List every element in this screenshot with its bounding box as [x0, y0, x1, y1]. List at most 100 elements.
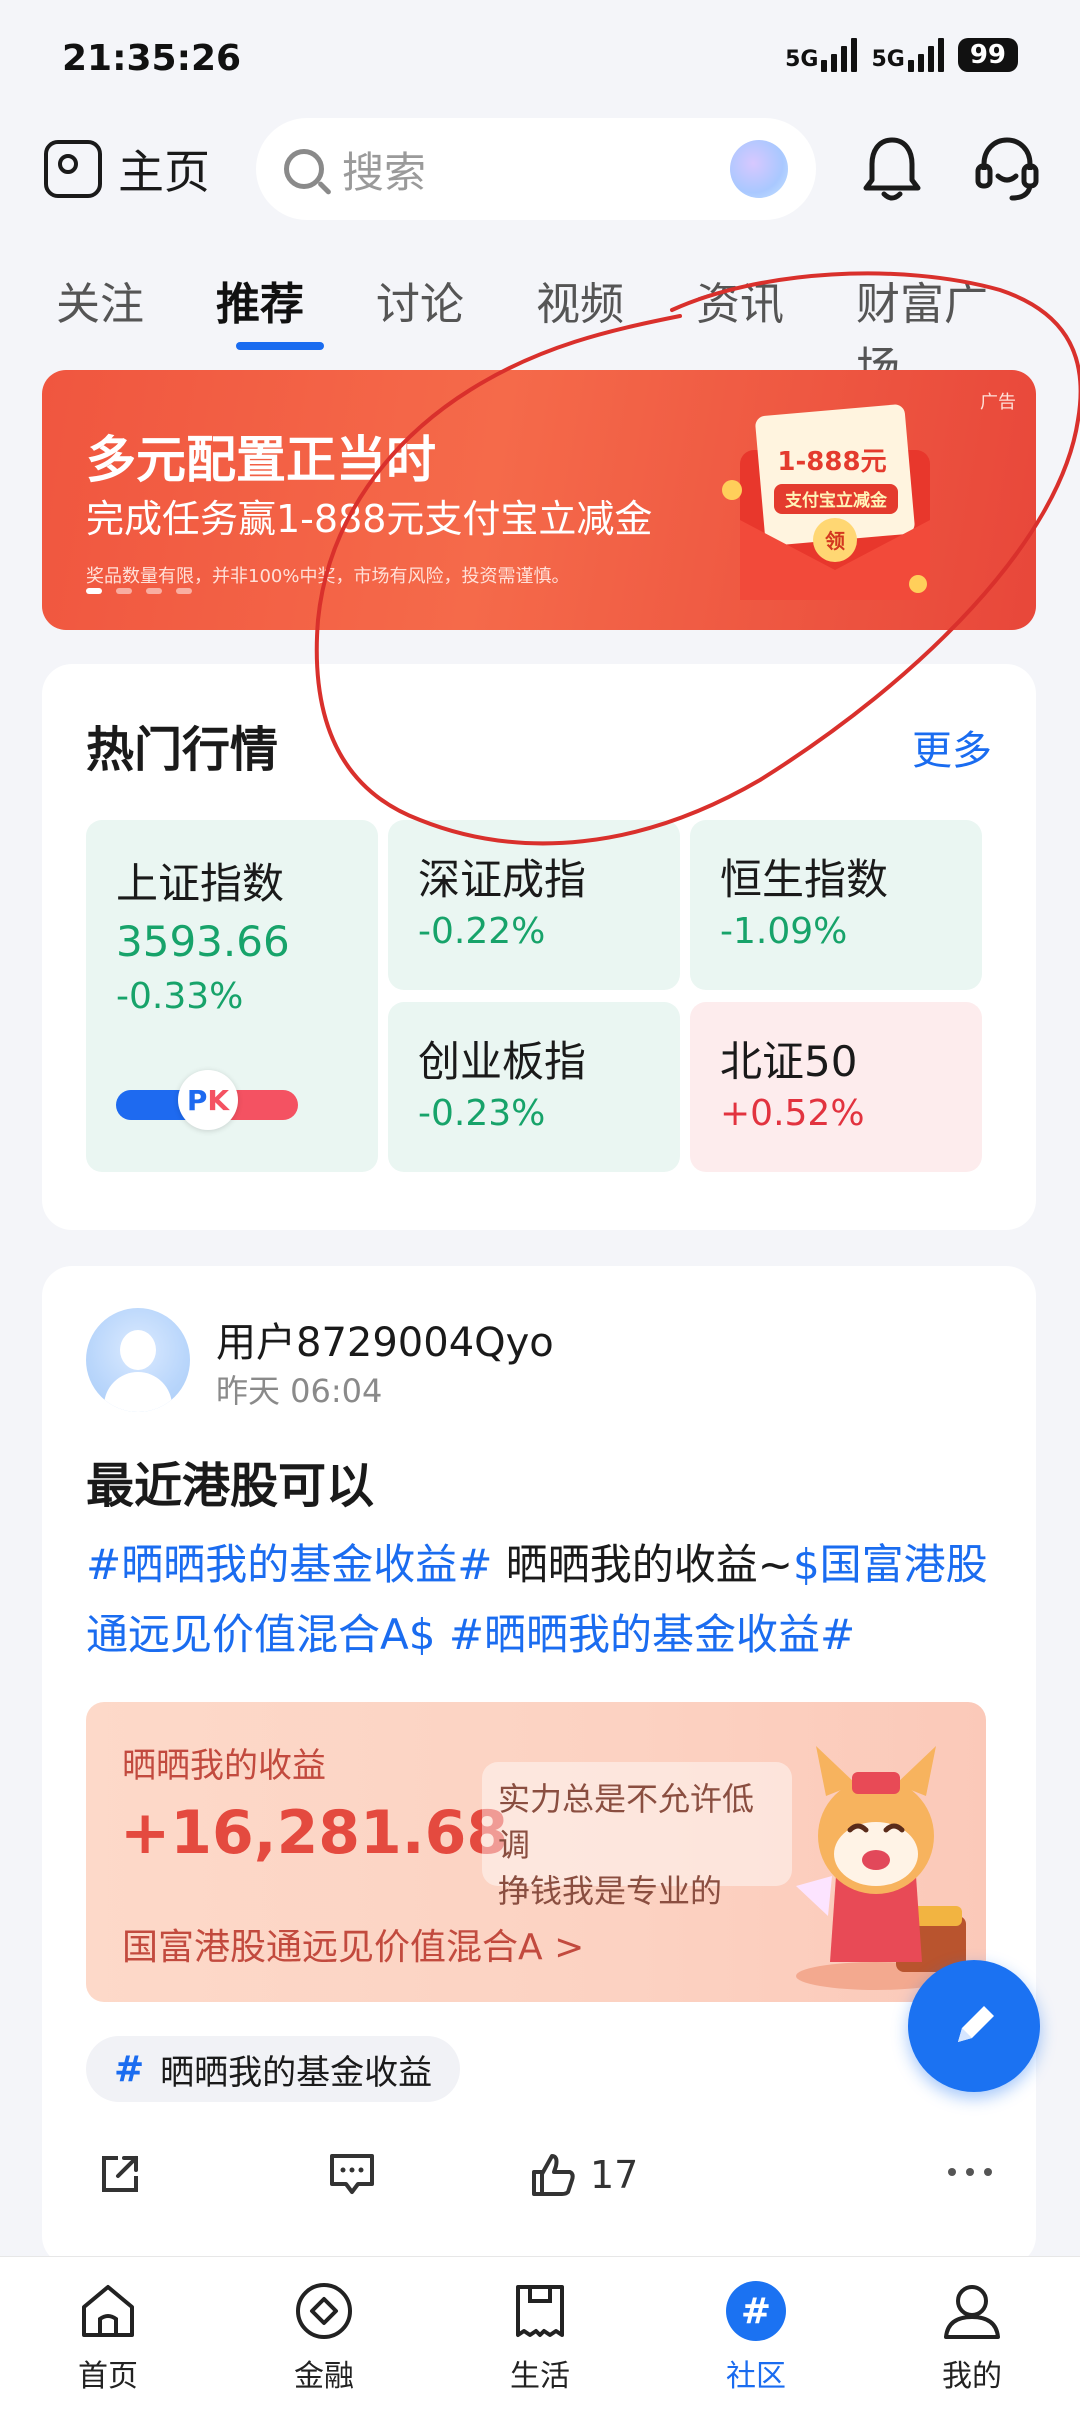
tab-wealth-square[interactable]: 财富广场: [856, 268, 1016, 394]
banner-disclaimer: 奖品数量有限，并非100%中奖，市场有风险，投资需谨慎。: [86, 566, 570, 587]
post-card[interactable]: 用户8729004Qyo 昨天 06:04 最近港股可以 #晒晒我的基金收益# …: [42, 1266, 1036, 2266]
pk-right-letter: K: [207, 1083, 230, 1117]
ticket-icon: [516, 2285, 564, 2337]
nav-label: 首页: [78, 2359, 138, 2394]
index-tile-shanghai[interactable]: 上证指数 3593.66 -0.33% PK: [86, 820, 378, 1172]
nav-label: 生活: [510, 2359, 570, 2394]
fund-name-link[interactable]: 国富港股通远见价值混合A >: [122, 1918, 584, 1970]
topic-link[interactable]: #晒晒我的基金收益#: [86, 1540, 492, 1589]
battery-indicator: 99: [957, 38, 1018, 72]
index-name: 恒生指数: [720, 855, 889, 904]
nav-life[interactable]: 生活: [432, 2257, 648, 2413]
index-tile-hangseng[interactable]: 恒生指数 -1.09%: [690, 820, 982, 990]
index-tile-shenzhen[interactable]: 深证成指 -0.22%: [388, 820, 680, 990]
banner-title: 多元配置正当时: [86, 431, 436, 489]
finance-icon: [296, 2283, 352, 2339]
status-icons: 5G 5G 99: [785, 38, 1018, 72]
index-name: 上证指数: [116, 859, 285, 908]
post-time: 昨天 06:04: [216, 1372, 383, 1410]
topic-tag[interactable]: # 晒晒我的基金收益: [86, 2036, 461, 2102]
pk-widget[interactable]: PK: [116, 1070, 298, 1130]
nav-label: 我的: [942, 2359, 1002, 2394]
promo-banner[interactable]: 多元配置正当时 完成任务赢1-888元支付宝立减金 奖品数量有限，并非100%中…: [42, 370, 1036, 630]
nav-finance[interactable]: 金融: [216, 2257, 432, 2413]
home-label: 主页: [118, 145, 210, 199]
tab-discussion[interactable]: 讨论: [376, 268, 536, 348]
hashtag-icon: #: [114, 2048, 145, 2090]
index-name: 深证成指: [418, 855, 587, 904]
index-name: 创业板指: [418, 1037, 587, 1086]
voice-assistant-icon[interactable]: [730, 140, 788, 198]
comment-icon: [330, 2154, 374, 2194]
post-body: #晒晒我的基金收益# 晒晒我的收益~$国富港股通远见价值混合A$ #晒晒我的基金…: [86, 1530, 1006, 1670]
more-options-button[interactable]: [946, 2166, 994, 2178]
bottom-nav: 首页 金融 生活 # 社区 我的: [0, 2256, 1080, 2413]
signal-icon: 5G: [785, 38, 858, 72]
hot-market-card: 热门行情 更多 上证指数 3593.66 -0.33% PK 深证成指 -0.2…: [42, 664, 1036, 1230]
envelope-button: 领: [825, 529, 845, 553]
search-bar[interactable]: 搜索: [256, 118, 816, 220]
index-change: -0.33%: [116, 976, 244, 1017]
index-name: 北证50: [720, 1037, 858, 1086]
ad-label: 广告: [980, 392, 1016, 413]
like-count: 17: [590, 2153, 639, 2197]
signal-icon-2: 5G: [871, 38, 944, 72]
compose-post-button[interactable]: [908, 1960, 1040, 2092]
envelope-text: 支付宝立减金: [785, 490, 888, 511]
banner-subtitle: 完成任务赢1-888元支付宝立减金: [86, 497, 653, 541]
search-icon: [284, 149, 324, 189]
customer-service-icon[interactable]: [972, 132, 1042, 204]
pencil-icon: [958, 2006, 994, 2042]
nav-home[interactable]: 首页: [0, 2257, 216, 2413]
more-link[interactable]: 更多: [912, 718, 992, 776]
earnings-amount: +16,281.68: [120, 1798, 509, 1868]
carousel-dots: [86, 588, 192, 594]
share-button[interactable]: [98, 2152, 142, 2196]
bubble-line-2: 挣钱我是专业的: [498, 1872, 723, 1910]
topic-link-2[interactable]: #晒晒我的基金收益#: [435, 1610, 855, 1659]
more-dots-icon: [948, 2168, 992, 2176]
index-tile-chinext[interactable]: 创业板指 -0.23%: [388, 1002, 680, 1172]
pk-left-letter: P: [186, 1083, 208, 1117]
nav-label: 社区: [726, 2359, 786, 2394]
hot-market-title: 热门行情: [86, 722, 279, 778]
earnings-label: 晒晒我的收益: [122, 1746, 326, 1786]
avatar[interactable]: [86, 1308, 190, 1412]
status-time: 21:35:26: [62, 38, 242, 79]
tab-news[interactable]: 资讯: [696, 268, 856, 348]
index-change: +0.52%: [720, 1093, 865, 1134]
earnings-share-card[interactable]: 晒晒我的收益 +16,281.68 国富港股通远见价值混合A > 实力总是不允许…: [86, 1702, 986, 2002]
search-placeholder: 搜索: [342, 147, 427, 197]
person-icon: [944, 2285, 1000, 2339]
thumbs-up-icon: [532, 2154, 575, 2196]
community-hash-icon: #: [726, 2281, 786, 2341]
home-button[interactable]: 主页: [44, 136, 210, 202]
share-icon: [102, 2156, 138, 2192]
post-username[interactable]: 用户8729004Qyo: [216, 1310, 554, 1368]
index-change: -0.23%: [418, 1093, 546, 1134]
like-button[interactable]: 17: [530, 2152, 638, 2198]
tab-follow[interactable]: 关注: [56, 268, 216, 348]
index-change: -0.22%: [418, 911, 546, 952]
red-envelope-illustration: 1-888元 支付宝立减金 领: [722, 404, 930, 600]
index-change: -1.09%: [720, 911, 848, 952]
profile-card-icon: [44, 140, 102, 198]
nav-community[interactable]: # 社区: [648, 2257, 864, 2413]
tab-video[interactable]: 视频: [536, 268, 696, 348]
nav-profile[interactable]: 我的: [864, 2257, 1080, 2413]
post-title: 最近港股可以: [86, 1458, 375, 1514]
speech-bubble: 实力总是不允许低调 挣钱我是专业的: [482, 1762, 792, 1910]
bubble-line-1: 实力总是不允许低调: [498, 1780, 755, 1864]
post-text: 晒晒我的收益~: [492, 1540, 793, 1589]
nav-label: 金融: [294, 2359, 354, 2394]
envelope-amount: 1-888元: [777, 447, 886, 477]
topic-tag-label: 晒晒我的基金收益: [160, 2052, 433, 2093]
index-tile-bse50[interactable]: 北证50 +0.52%: [690, 1002, 982, 1172]
tab-recommend[interactable]: 推荐: [216, 268, 376, 350]
home-icon: [82, 2285, 134, 2337]
content-tabs: 关注 推荐 讨论 视频 资讯 财富广场: [56, 268, 1016, 394]
index-value: 3593.66: [116, 917, 290, 966]
comment-button[interactable]: [328, 2152, 376, 2196]
bell-icon[interactable]: [860, 134, 924, 204]
post-actions: 17: [86, 2152, 1006, 2212]
